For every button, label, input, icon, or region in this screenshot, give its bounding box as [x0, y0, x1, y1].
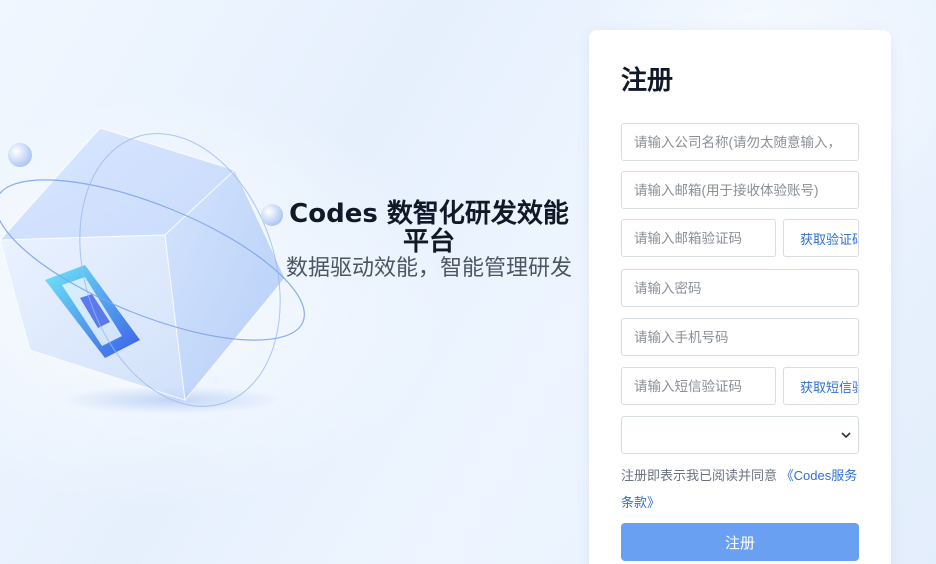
email-input[interactable]	[621, 171, 859, 209]
phone-input[interactable]	[621, 318, 859, 356]
register-submit-button[interactable]: 注册	[621, 523, 859, 561]
select-field[interactable]	[621, 416, 859, 454]
get-email-code-button[interactable]: 获取验证码	[783, 219, 859, 257]
hero-subtitle: 数据驱动效能，智能管理研发	[285, 256, 572, 281]
register-title: 注册	[621, 66, 674, 96]
sms-code-input[interactable]	[621, 367, 776, 405]
hero-title: Codes 数智化研发效能平台	[289, 199, 569, 257]
select-dropdown[interactable]	[622, 417, 858, 453]
get-sms-code-button[interactable]: 获取短信验证码	[783, 367, 859, 405]
email-code-input[interactable]	[621, 219, 776, 257]
register-card: 注册 获取验证码 获取短信验证码 注册即表示我已阅读并同意 《Codes服务条款…	[589, 30, 891, 564]
company-name-input[interactable]	[621, 123, 859, 161]
terms-prefix: 注册即表示我已阅读并同意	[621, 468, 778, 483]
password-input[interactable]	[621, 269, 859, 307]
terms-notice: 注册即表示我已阅读并同意 《Codes服务条款》	[621, 462, 861, 516]
hero-text: Codes 数智化研发效能平台 数据驱动效能，智能管理研发	[282, 200, 576, 282]
